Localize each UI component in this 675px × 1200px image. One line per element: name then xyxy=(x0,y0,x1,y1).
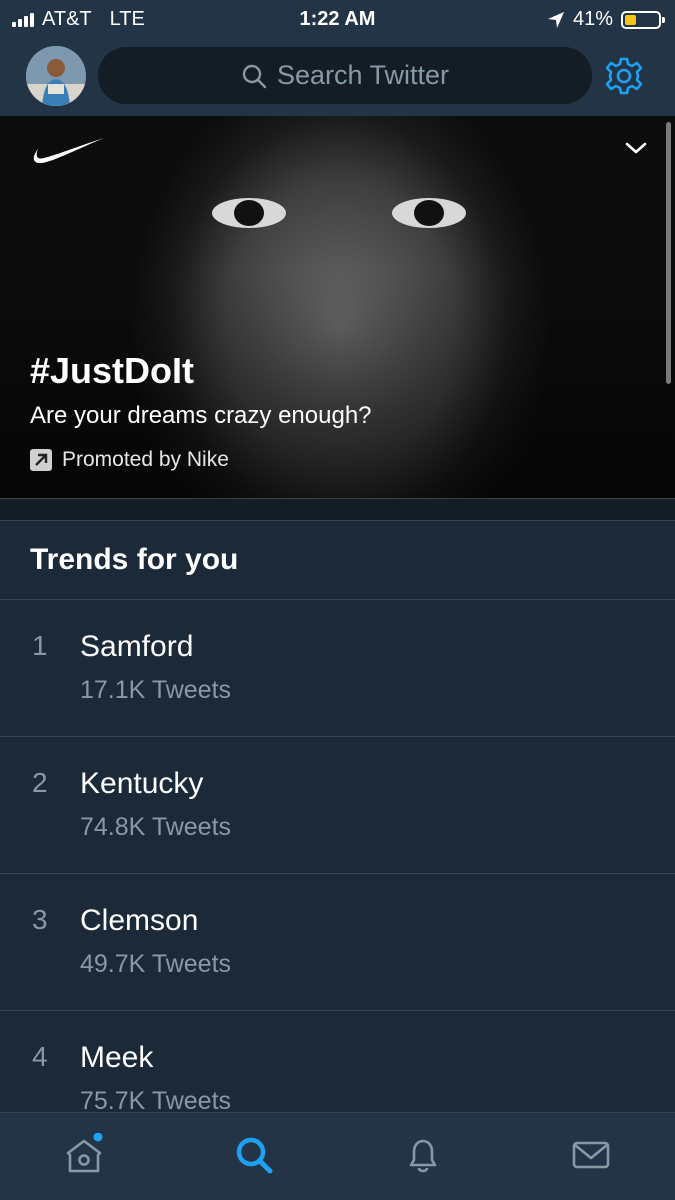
battery-percent: 41% xyxy=(572,8,613,30)
trends-title: Trends for you xyxy=(30,543,239,576)
promoted-by: Promoted by Nike xyxy=(30,448,229,472)
gear-icon[interactable] xyxy=(604,56,644,96)
trend-rank: 2 xyxy=(32,767,48,798)
trend-name: Kentucky xyxy=(80,767,204,800)
avatar[interactable] xyxy=(26,46,86,106)
scrollbar xyxy=(666,122,671,384)
location-arrow-icon xyxy=(547,11,564,28)
trend-item[interactable]: 1 Samford 17.1K Tweets xyxy=(0,600,675,737)
home-icon[interactable] xyxy=(62,1133,106,1177)
search-input[interactable]: Search Twitter xyxy=(98,47,592,104)
promoted-by-label: Promoted by Nike xyxy=(62,448,229,471)
search-icon[interactable] xyxy=(232,1133,276,1177)
nike-logo xyxy=(33,138,104,164)
trends-header: Trends for you xyxy=(0,520,675,600)
trend-tweet-count: 74.8K Tweets xyxy=(80,813,232,841)
status-bar: AT&T LTE 1:22 AM 41% xyxy=(0,0,675,38)
search-placeholder: Search Twitter xyxy=(276,60,450,90)
trend-rank: 1 xyxy=(32,630,48,661)
trend-name: Samford xyxy=(80,630,194,663)
trend-rank: 3 xyxy=(32,904,48,935)
trend-name: Clemson xyxy=(80,904,199,937)
promoted-trend-card[interactable] xyxy=(0,116,675,498)
chevron-down-icon[interactable] xyxy=(624,140,648,156)
mail-icon[interactable] xyxy=(569,1133,613,1177)
trend-tweet-count: 17.1K Tweets xyxy=(80,676,232,704)
battery-icon xyxy=(621,10,665,29)
section-divider xyxy=(0,498,675,521)
tab-bar xyxy=(0,1112,675,1200)
promoted-arrow-icon xyxy=(30,449,52,471)
promo-hashtag[interactable]: #JustDoIt xyxy=(30,350,194,392)
header: Search Twitter xyxy=(0,38,675,116)
trend-tweet-count: 49.7K Tweets xyxy=(80,950,232,978)
trend-rank: 4 xyxy=(32,1041,48,1072)
promo-tagline: Are your dreams crazy enough? xyxy=(30,402,372,429)
trend-item[interactable]: 2 Kentucky 74.8K Tweets xyxy=(0,737,675,874)
bell-icon[interactable] xyxy=(401,1133,445,1177)
trend-item[interactable]: 3 Clemson 49.7K Tweets xyxy=(0,874,675,1011)
search-icon xyxy=(242,64,267,88)
trend-name: Meek xyxy=(80,1041,154,1074)
